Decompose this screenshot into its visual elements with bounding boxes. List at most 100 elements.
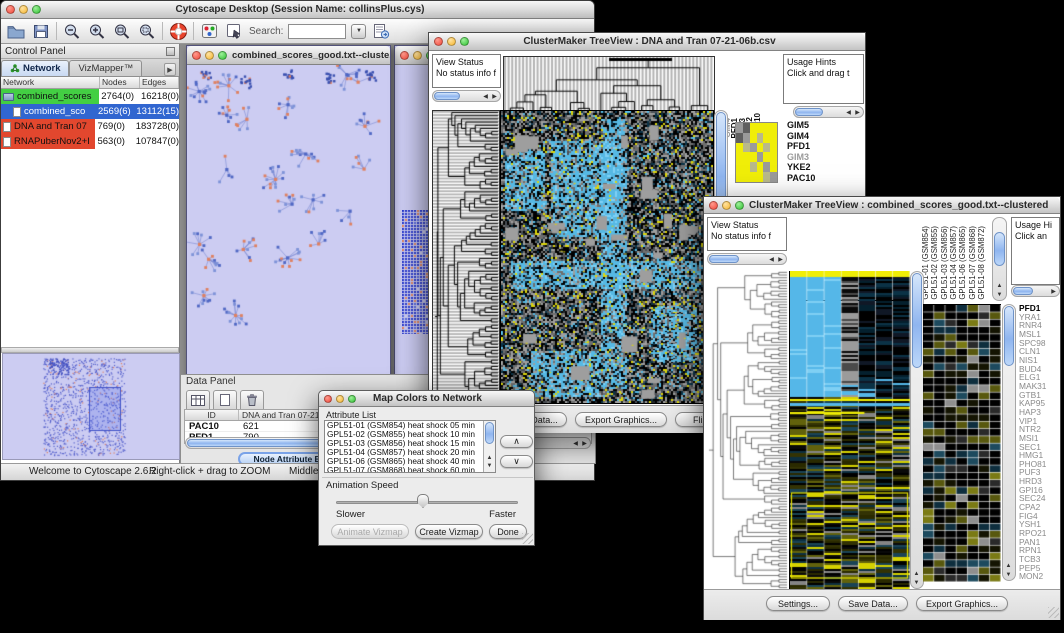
close-button[interactable] [709,201,718,210]
view-status-scrollbar[interactable]: ◀ ▶ [432,90,501,102]
column-labels-scrollbar[interactable]: ▲ ▼ [992,217,1007,301]
vizmap-colors-icon[interactable] [199,21,219,41]
network-list-row[interactable]: RNAPuberNov2+I563(0)107847(0) [1,134,179,149]
scroll-right-icon[interactable]: ▶ [776,256,785,264]
scroll-thumb[interactable] [795,108,823,116]
close-button[interactable] [6,5,15,14]
close-button[interactable] [192,51,201,60]
scroll-thumb[interactable] [709,255,739,263]
birdseye-view[interactable] [2,353,180,460]
export-graphics-button[interactable]: Export Graphics... [575,412,667,427]
zoom-row-labels[interactable]: GIM5GIM4PFD1GIM3YKE2PAC10 [785,120,864,186]
dialog-title-bar[interactable]: Map Colors to Network [319,391,534,407]
new-attribute-icon[interactable] [213,390,237,409]
zoom-vscrollbar[interactable]: ▲ ▼ [1002,304,1016,581]
main-title-bar[interactable]: Cytoscape Desktop (Session Name: collins… [1,1,594,19]
resize-grip[interactable] [1048,607,1059,618]
tab-network[interactable]: Network [1,60,69,76]
search-input[interactable] [288,24,346,39]
network-list-row[interactable]: DNA and Tran 07769(0)183728(0) [1,119,179,134]
scroll-right-icon[interactable]: ▶ [1049,288,1058,296]
hints-scrollbar[interactable]: ▶ [1011,285,1060,297]
gene-labels[interactable]: PFD1YRA1RNR4MSL1SPC98CLN1NIS1BUD4ELG1MAK… [1017,304,1060,581]
close-button[interactable] [400,51,409,60]
zoom-hscrollbar[interactable]: ◀ ▶ [793,106,864,118]
column-label[interactable]: GPL51-07 (GSM868) [968,226,977,300]
scroll-down-icon[interactable]: ▼ [912,579,921,587]
network-list-row[interactable]: combined_sco2569(6)13112(15) [1,104,179,119]
zoom-out-icon[interactable] [62,21,82,41]
col-header-nodes[interactable]: Nodes [100,77,140,88]
attribute-list[interactable]: GPL51-01 (GSM854) heat shock 05 minGPL51… [324,420,496,473]
close-button[interactable] [434,37,443,46]
row-label[interactable]: GIM5 [787,120,864,131]
scroll-down-icon[interactable]: ▼ [995,291,1004,299]
zoom-button[interactable] [348,395,356,403]
row-label[interactable]: PFD1 [787,141,864,152]
column-label[interactable]: GPL51-03 (GSM856) [940,226,949,300]
minimize-button[interactable] [205,51,214,60]
col-header-network[interactable]: Network [1,77,100,88]
zoom-button[interactable] [218,51,227,60]
zoom-in-icon[interactable] [87,21,107,41]
scroll-right-icon[interactable]: ▶ [580,440,589,448]
network1-canvas[interactable] [187,65,390,379]
view-status-scrollbar[interactable]: ◀ ▶ [707,253,787,265]
row-label[interactable]: GIM3 [787,152,864,163]
tab-vizmapper[interactable]: VizMapper™ [69,60,142,76]
open-file-button[interactable] [6,21,26,41]
zoom-fit-icon[interactable] [112,21,132,41]
gene-label[interactable]: MON2 [1019,572,1060,581]
scroll-left-icon[interactable]: ◀ [481,93,490,101]
row-label[interactable]: GIM4 [787,131,864,142]
attribute-item[interactable]: GPL51-07 (GSM868) heat shock 60 min [325,466,495,473]
animate-vizmap-button[interactable]: Animate Vizmap [331,524,409,539]
zoom-button[interactable] [32,5,41,14]
zoom-selected-icon[interactable] [137,21,157,41]
close-button[interactable] [324,395,332,403]
scroll-down-icon[interactable]: ▼ [1004,571,1013,579]
zoom-column-labels[interactable]: GPL51-01 (GSM854)GPL51-02 (GSM855)GPL51-… [921,217,989,301]
zoom-heatmap[interactable] [923,304,1001,582]
scroll-thumb[interactable] [1004,306,1014,366]
scroll-up-icon[interactable]: ▲ [1004,562,1013,570]
save-data-button[interactable]: Save Data... [838,596,908,611]
column-label[interactable]: GPL51-04 (GSM857) [949,226,958,300]
import-table-icon[interactable] [371,21,391,41]
row-label[interactable]: PAC10 [787,173,864,184]
attribute-list-scrollbar[interactable]: ▲ ▼ [483,421,495,472]
scroll-down-icon[interactable]: ▼ [484,462,495,471]
attribute-select-icon[interactable] [186,390,210,409]
minimize-button[interactable] [413,51,422,60]
scroll-right-icon[interactable]: ▶ [853,109,862,117]
row-label[interactable]: YKE2 [787,162,864,173]
scroll-up-icon[interactable]: ▲ [995,282,1004,290]
float-panel-icon[interactable] [166,47,175,56]
minimize-button[interactable] [447,37,456,46]
scroll-thumb[interactable] [994,232,1005,266]
resize-grip[interactable] [522,533,533,544]
column-label[interactable]: GPL51-02 (GSM855) [930,226,939,300]
zoom-heatmap[interactable] [735,122,778,183]
help-lifering-icon[interactable] [168,21,188,41]
scroll-left-icon[interactable]: ◀ [571,440,580,448]
move-down-button[interactable]: ∨ [500,455,533,468]
global-heatmap[interactable] [789,271,910,589]
network-list-row[interactable]: combined_scores2764(0)16218(0) [1,89,179,104]
treeview2-title-bar[interactable]: ClusterMaker TreeView : combined_scores_… [704,197,1060,214]
scroll-up-icon[interactable]: ▲ [912,570,921,578]
create-vizmap-button[interactable]: Create Vizmap [415,524,483,539]
search-dropdown-icon[interactable]: ▼ [351,24,366,39]
network1-title-bar[interactable]: combined_scores_good.txt--cluste... [187,46,390,65]
row-dendrogram[interactable] [432,110,500,404]
column-label[interactable]: GPL51-06 (GSM865) [958,226,967,300]
scroll-left-icon[interactable]: ◀ [767,256,776,264]
minimize-button[interactable] [19,5,28,14]
zoom-button[interactable] [735,201,744,210]
minimize-button[interactable] [722,201,731,210]
zoom-button[interactable] [460,37,469,46]
annotation-icon[interactable] [224,21,244,41]
minimize-button[interactable] [336,395,344,403]
slider-thumb[interactable] [417,494,429,508]
col-header-id[interactable]: ID [185,410,239,420]
